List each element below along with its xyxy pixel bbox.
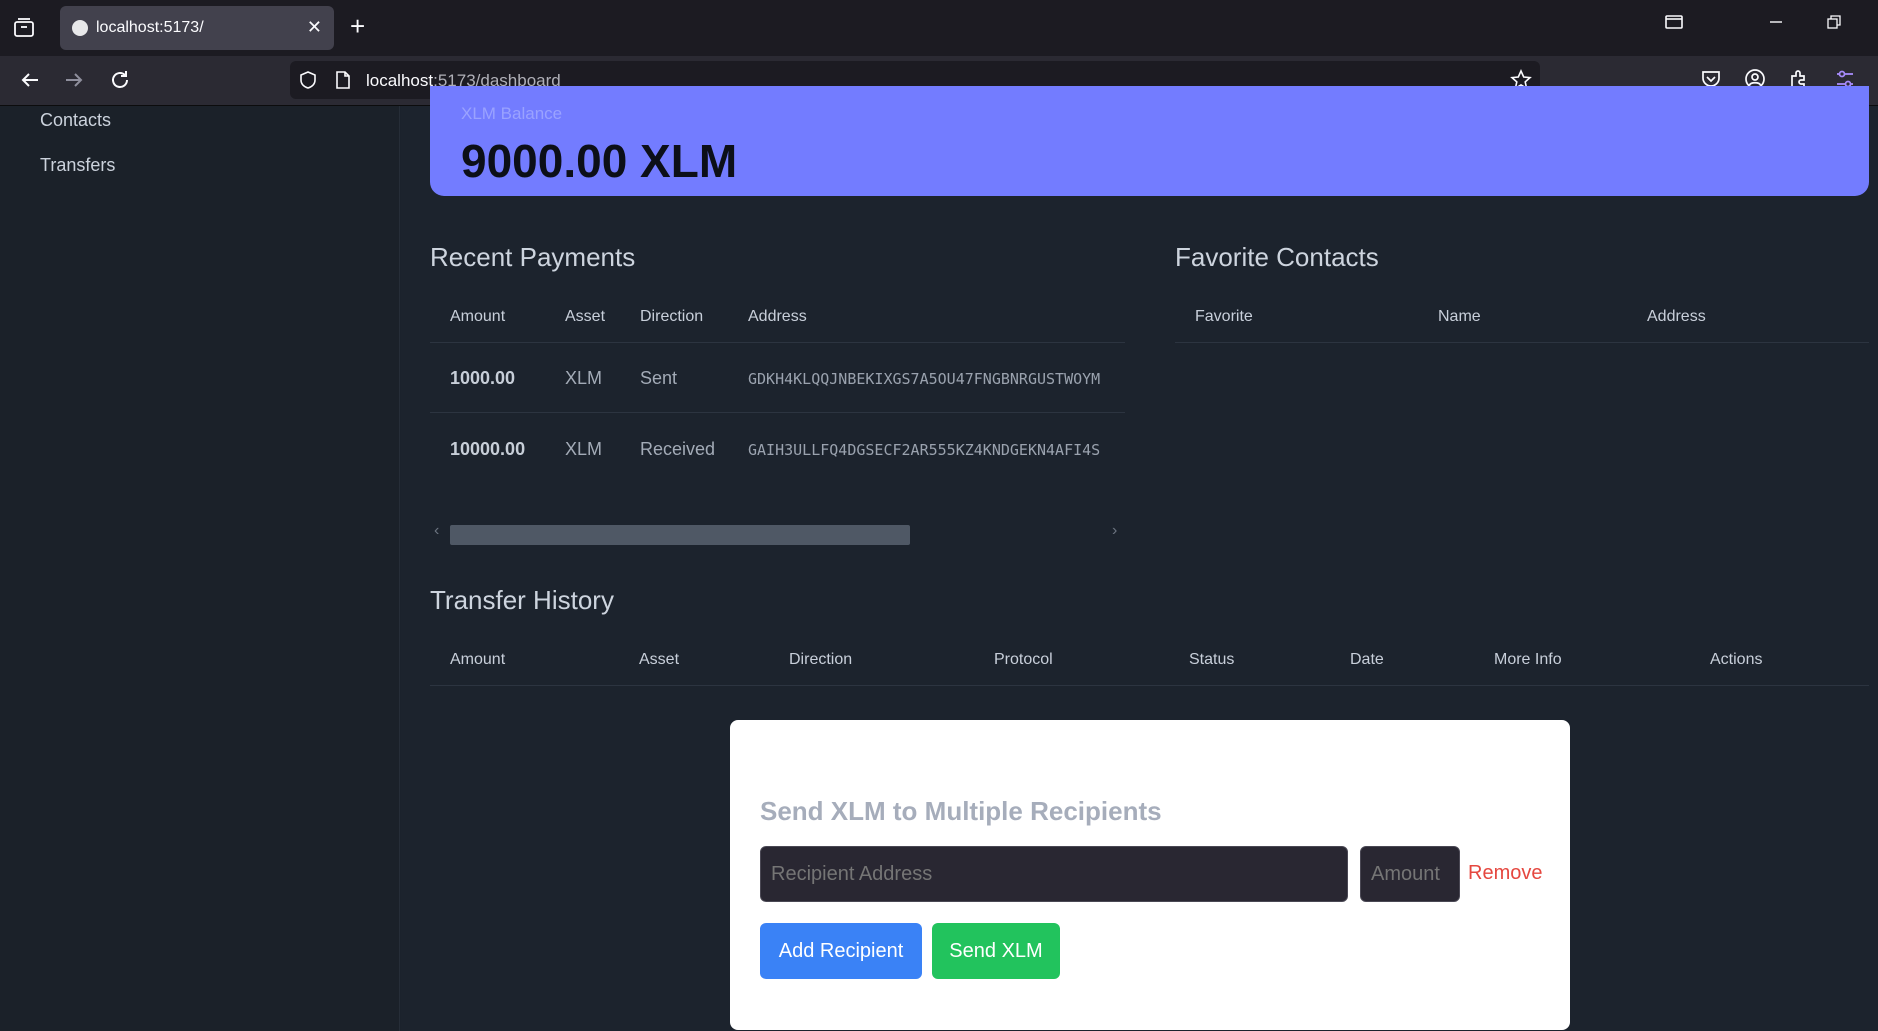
dashboard-main: XLM Balance 9000.00 XLM Recent Payments …: [401, 86, 1878, 1031]
column-header-date: Date: [1350, 651, 1384, 668]
send-xlm-modal: Send XLM to Multiple Recipients Remove A…: [730, 720, 1570, 1030]
recent-payments-title: Recent Payments: [430, 242, 636, 272]
browser-tab[interactable]: localhost:5173/ ✕: [60, 6, 334, 50]
sidebar-item-contacts[interactable]: Contacts: [40, 110, 111, 131]
column-header-actions: Actions: [1710, 651, 1763, 668]
minimize-icon[interactable]: [1768, 12, 1784, 37]
scroll-right-icon[interactable]: ›: [1112, 522, 1117, 540]
column-header-asset: Asset: [639, 651, 680, 668]
back-icon[interactable]: [18, 68, 42, 97]
window-list-icon[interactable]: [1664, 12, 1684, 37]
payment-direction: Received: [640, 439, 716, 459]
column-header-address: Address: [748, 308, 807, 325]
balance-card: XLM Balance 9000.00 XLM: [430, 86, 1869, 196]
payment-direction: Sent: [640, 368, 678, 388]
transfer-history-title: Transfer History: [430, 585, 614, 615]
table-divider: [430, 412, 1125, 413]
sidebar: Contacts Transfers: [0, 106, 400, 1031]
modal-title: Send XLM to Multiple Recipients: [760, 796, 1162, 826]
column-header-address: Address: [1647, 308, 1706, 325]
column-header-direction: Direction: [640, 308, 704, 325]
site-favicon-icon: [72, 20, 88, 36]
page-icon[interactable]: [334, 70, 352, 95]
payment-amount: 10000.00: [450, 439, 526, 459]
column-header-amount: Amount: [450, 651, 506, 668]
table-divider: [430, 342, 1125, 343]
balance-value: 9000.00 XLM: [461, 135, 738, 187]
browser-tab-bar: localhost:5173/ ✕ +: [0, 0, 1878, 56]
tab-close-icon[interactable]: ✕: [307, 17, 322, 38]
shield-icon[interactable]: [298, 70, 318, 95]
column-header-status: Status: [1189, 651, 1235, 668]
column-header-favorite: Favorite: [1195, 308, 1253, 325]
send-xlm-button[interactable]: Send XLM: [932, 923, 1060, 979]
remove-recipient-link[interactable]: Remove: [1468, 862, 1542, 885]
payment-asset: XLM: [565, 368, 603, 388]
tab-list-icon[interactable]: [12, 16, 36, 40]
payment-asset: XLM: [565, 439, 603, 459]
column-header-direction: Direction: [789, 651, 853, 668]
scrollbar-thumb[interactable]: [450, 525, 910, 545]
reload-icon[interactable]: [108, 68, 132, 97]
payment-address: GDKH4KLQQJNBEKIXGS7A5OU47FNGBNRGUSTWOYM: [748, 370, 1101, 388]
balance-label: XLM Balance: [461, 104, 563, 123]
recipient-address-input[interactable]: [760, 846, 1348, 902]
column-header-asset: Asset: [565, 308, 606, 325]
horizontal-scrollbar[interactable]: ‹ ›: [430, 516, 1125, 548]
table-divider: [430, 685, 1869, 686]
sidebar-item-transfers[interactable]: Transfers: [40, 155, 115, 176]
table-divider: [1175, 342, 1869, 343]
forward-icon[interactable]: [62, 68, 86, 97]
amount-input[interactable]: [1360, 846, 1460, 902]
column-header-more-info: More Info: [1494, 651, 1562, 668]
favorite-contacts-title: Favorite Contacts: [1175, 242, 1379, 272]
column-header-amount: Amount: [450, 308, 506, 325]
column-header-name: Name: [1438, 308, 1481, 325]
scroll-left-icon[interactable]: ‹: [434, 522, 439, 540]
column-header-protocol: Protocol: [994, 651, 1053, 668]
add-recipient-button[interactable]: Add Recipient: [760, 923, 922, 979]
restore-icon[interactable]: [1826, 12, 1842, 37]
new-tab-button[interactable]: +: [350, 13, 365, 39]
payment-address: GAIH3ULLFQ4DGSECF2AR555KZ4KNDGEKN4AFI4S: [748, 441, 1101, 459]
payment-amount: 1000.00: [450, 368, 516, 388]
tab-title: localhost:5173/: [96, 19, 204, 36]
